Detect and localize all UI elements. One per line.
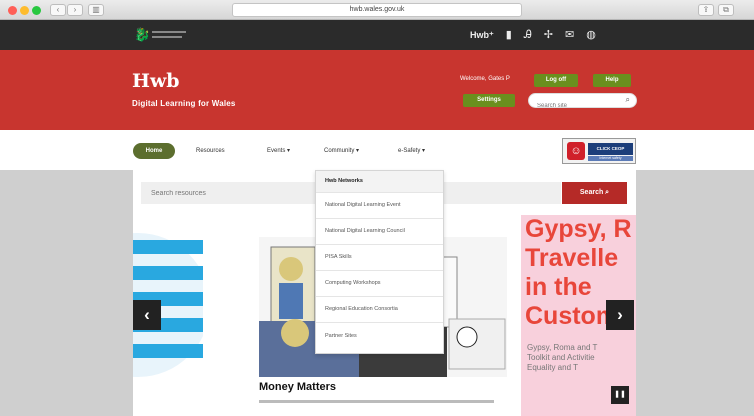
network-icon[interactable]: ✢ [544,27,553,43]
menu-item-pisa-skills[interactable]: PISA Skills [316,245,443,271]
address-bar[interactable]: hwb.wales.gov.uk [232,3,522,17]
menu-item-computing-workshops[interactable]: Computing Workshops [316,271,443,297]
slide-title[interactable]: Money Matters [259,381,336,393]
gov-bar-icons: Hwb⁺ ▮ Ꭿ ✢ ✉ ◍ [470,27,596,43]
site-header: Hwb Digital Learning for Wales Welcome, … [0,50,754,130]
search-icon[interactable]: ⌕ [626,95,630,105]
community-dropdown-menu: Hwb Networks National Digital Learning E… [315,170,444,354]
menu-item-regional-consortia[interactable]: Regional Education Consortia [316,297,443,323]
poster-heading-line: Gypsy, R [525,215,632,243]
carousel-next-button[interactable]: › [606,300,634,330]
site-search: ⌕ [528,93,637,113]
poster-body-line: Equality and T [527,363,578,372]
nav-community[interactable]: Community ▾ [324,143,359,159]
office-icon[interactable]: ▮ [506,27,512,43]
maximize-window-button[interactable] [32,6,41,15]
welcome-message[interactable]: Welcome, Gates P [460,76,510,82]
ceop-figure-icon: ☺ [567,142,585,160]
logoff-button[interactable]: Log off [534,74,578,87]
nav-esafety[interactable]: e-Safety ▾ [398,143,425,159]
help-button[interactable]: Help [593,74,631,87]
site-logo[interactable]: Hwb [132,70,180,92]
ceop-sublabel: Internet safety [588,156,633,161]
globe-icon[interactable]: ◍ [586,27,596,43]
forward-button[interactable]: › [67,4,83,16]
dragon-icon: 🐉 [134,27,151,42]
gov-top-bar: 🐉 Hwb⁺ ▮ Ꭿ ✢ ✉ ◍ [0,20,754,50]
poster-heading-line: Travelle [525,244,619,272]
carousel-pause-button[interactable]: ❚❚ [611,386,629,404]
nav-home[interactable]: Home [133,143,175,159]
back-button[interactable]: ‹ [50,4,66,16]
menu-item-ndl-event[interactable]: National Digital Learning Event [316,193,443,219]
browser-toolbar: ‹ › ▥ hwb.wales.gov.uk ⇪ ⧉ [0,0,754,20]
nav-events[interactable]: Events ▾ [267,143,290,159]
carousel-prev-button[interactable]: ‹ [133,300,161,330]
poster-body-line: Gypsy, Roma and T [527,343,598,352]
tabs-overview-icon[interactable]: ⧉ [718,4,734,16]
site-search-input[interactable] [529,99,619,113]
minimize-window-button[interactable] [20,6,29,15]
hwb-plus-link[interactable]: Hwb⁺ [470,27,494,43]
menu-item-partner-sites[interactable]: Partner Sites [316,323,443,349]
close-window-button[interactable] [8,6,17,15]
site-tagline: Digital Learning for Wales [132,99,236,108]
translate-icon[interactable]: Ꭿ [524,27,532,43]
menu-item-hwb-networks[interactable]: Hwb Networks [316,171,443,193]
poster-heading-line: in the [525,273,592,301]
menu-item-ndl-council[interactable]: National Digital Learning Council [316,219,443,245]
main-navigation: Home Resources Events ▾ Community ▾ e-Sa… [0,130,754,170]
poster-body-line: Toolkit and Activitie [527,353,595,362]
sidebar-toggle-icon[interactable]: ▥ [88,4,104,16]
share-icon[interactable]: ⇪ [698,4,714,16]
settings-button[interactable]: Settings [463,94,515,107]
resource-search-button[interactable]: Search ⌕ [562,182,627,204]
slide-progress-bar [259,400,494,403]
nav-resources[interactable]: Resources [196,143,225,159]
welsh-government-logo[interactable]: 🐉 [134,27,186,43]
page-background-right [636,170,754,416]
ceop-label: CLICK CEOP [588,143,633,155]
mail-icon[interactable]: ✉ [565,27,574,43]
ceop-report-button[interactable]: ☺ CLICK CEOP Internet safety [562,138,636,164]
page-background-left [0,170,133,416]
